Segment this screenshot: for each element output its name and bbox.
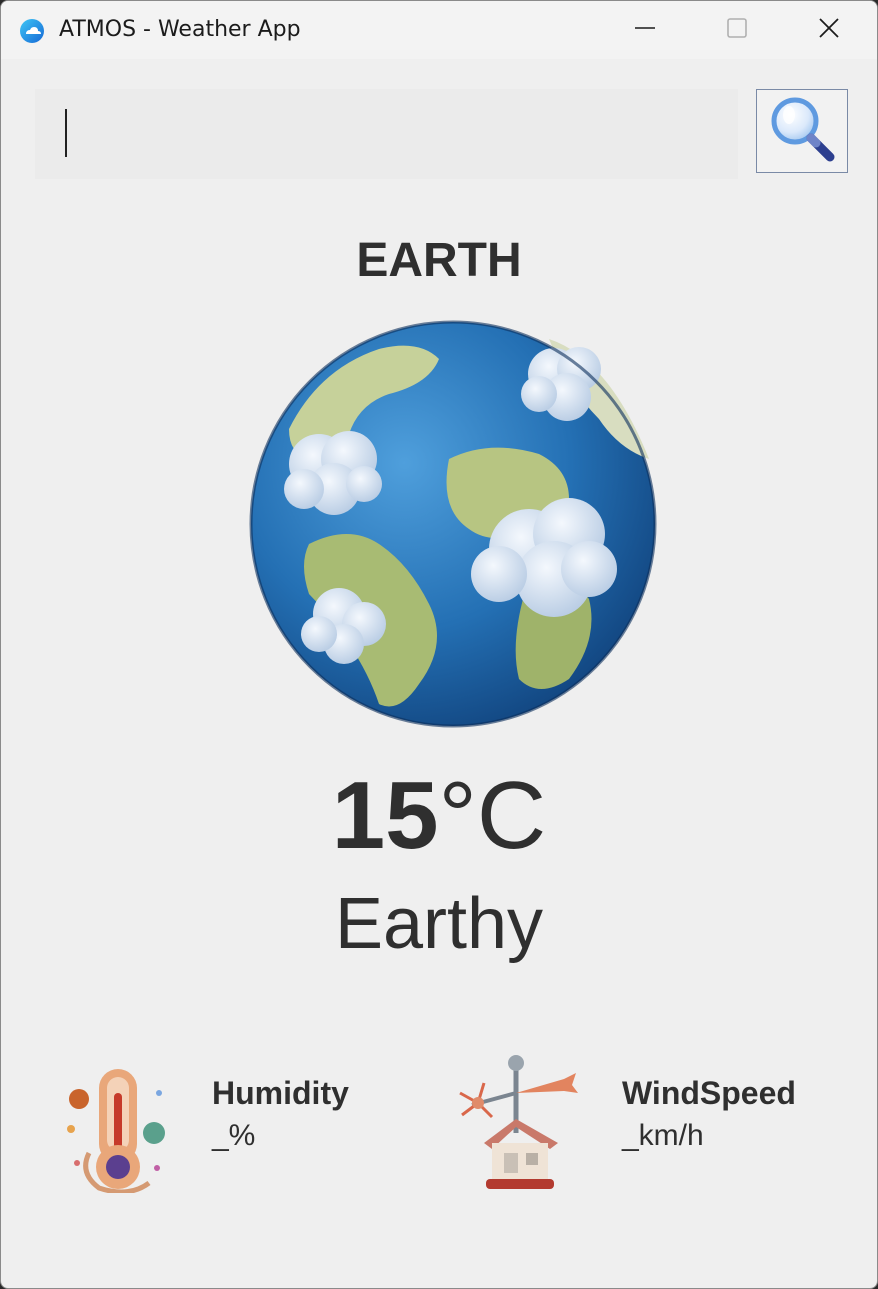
city-name: EARTH (356, 234, 522, 287)
maximize-button[interactable] (691, 1, 783, 59)
minimize-button[interactable] (599, 1, 691, 59)
search-button[interactable] (756, 89, 848, 173)
maximize-icon (726, 17, 748, 44)
temperature-value: 15 (331, 762, 439, 869)
earth-globe-icon (249, 319, 657, 736)
temperature-unit: °C (438, 762, 547, 869)
close-button[interactable] (783, 1, 875, 59)
weather-description: Earthy (334, 884, 544, 964)
minimize-icon (634, 17, 656, 44)
window-title: ATMOS - Weather App (59, 17, 301, 42)
search-icon (766, 93, 838, 170)
temperature-display: 15°C (1, 763, 877, 869)
close-icon (818, 17, 840, 44)
app-window: ATMOS - Weather App EARTH 15°C Earthy Hu… (0, 0, 878, 1289)
weather-app-icon (19, 18, 45, 44)
windspeed-label: WindSpeed (622, 1075, 796, 1111)
humidity-label: Humidity (212, 1075, 349, 1111)
wind-vane-icon (454, 1053, 582, 1198)
title-bar[interactable]: ATMOS - Weather App (1, 1, 877, 59)
humidity-value: _% (212, 1119, 256, 1152)
city-search-input[interactable] (35, 89, 738, 179)
windspeed-value: _km/h (622, 1119, 704, 1152)
text-caret (65, 109, 67, 157)
thermometer-icon (59, 1063, 171, 1198)
